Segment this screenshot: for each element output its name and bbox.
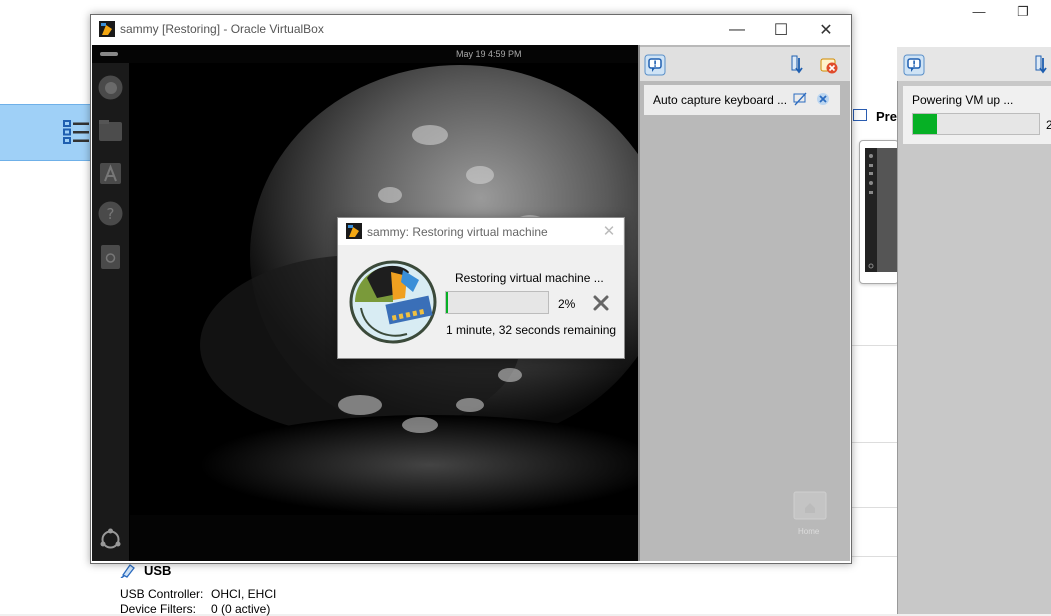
help-icon[interactable]: ? — [97, 200, 124, 227]
restore-vm-icon — [347, 258, 439, 346]
manager-restore-button[interactable]: ❐ — [1000, 0, 1046, 23]
close-notification-icon[interactable] — [816, 92, 830, 106]
restore-progress-fill — [446, 292, 448, 313]
show-apps-icon[interactable] — [97, 526, 124, 553]
svg-text:?: ? — [107, 205, 115, 223]
vm-maximize-button[interactable]: ☐ — [758, 15, 804, 45]
usb-icon — [120, 562, 136, 578]
manager-notification-text: Powering VM up ... — [912, 93, 1014, 107]
vm-minimize-button[interactable]: — — [714, 15, 760, 45]
usb-controller-value: OHCI, EHCI — [211, 587, 277, 601]
preview-section-title: Pre — [876, 109, 897, 124]
home-folder-label: Home — [798, 527, 820, 536]
restore-time-remaining: 1 minute, 32 seconds remaining — [446, 323, 617, 337]
usb-controller-label: USB Controller: — [120, 587, 204, 601]
usb-section-title[interactable]: USB — [144, 563, 171, 578]
guest-activities-indicator[interactable] — [100, 52, 118, 56]
preview-icon — [853, 109, 867, 121]
virtualbox-app-icon — [346, 223, 362, 239]
sort-notifications-icon[interactable] — [1035, 55, 1051, 75]
home-folder-icon[interactable] — [793, 488, 827, 520]
tools-list-icon[interactable] — [63, 118, 91, 146]
cancel-icon[interactable] — [592, 294, 610, 312]
guest-topbar — [92, 45, 638, 63]
sort-notifications-icon[interactable] — [791, 55, 807, 75]
restore-dialog-label: Restoring virtual machine ... — [455, 271, 604, 285]
close-all-notifications-icon[interactable] — [819, 55, 839, 75]
files-icon[interactable] — [97, 117, 124, 144]
software-center-icon[interactable] — [97, 160, 124, 187]
preview-screen — [865, 148, 897, 272]
vm-notification-center — [638, 45, 850, 561]
vm-window-title: sammy [Restoring] - Oracle VirtualBox — [120, 22, 324, 36]
guest-datetime[interactable]: May 19 4:59 PM — [456, 49, 522, 59]
info-bubble-icon[interactable] — [903, 54, 925, 76]
manager-notification-percent: 2 — [1046, 118, 1051, 132]
firefox-icon[interactable] — [97, 74, 124, 101]
dont-show-again-icon[interactable] — [793, 92, 807, 106]
vm-close-button[interactable]: ✕ — [803, 15, 849, 45]
manager-notification-progress-fill — [913, 114, 937, 134]
trash-icon[interactable] — [97, 243, 124, 270]
vm-notification-text: Auto capture keyboard ... — [653, 93, 788, 107]
restore-dialog-title: sammy: Restoring virtual machine — [367, 225, 548, 239]
manager-minimize-button[interactable]: — — [956, 0, 1002, 23]
info-bubble-icon[interactable] — [644, 54, 666, 76]
restore-dialog-close-button[interactable]: ✕ — [600, 222, 618, 240]
restore-percent: 2% — [558, 297, 576, 311]
restore-progressbar — [445, 291, 549, 314]
virtualbox-app-icon — [99, 21, 115, 37]
